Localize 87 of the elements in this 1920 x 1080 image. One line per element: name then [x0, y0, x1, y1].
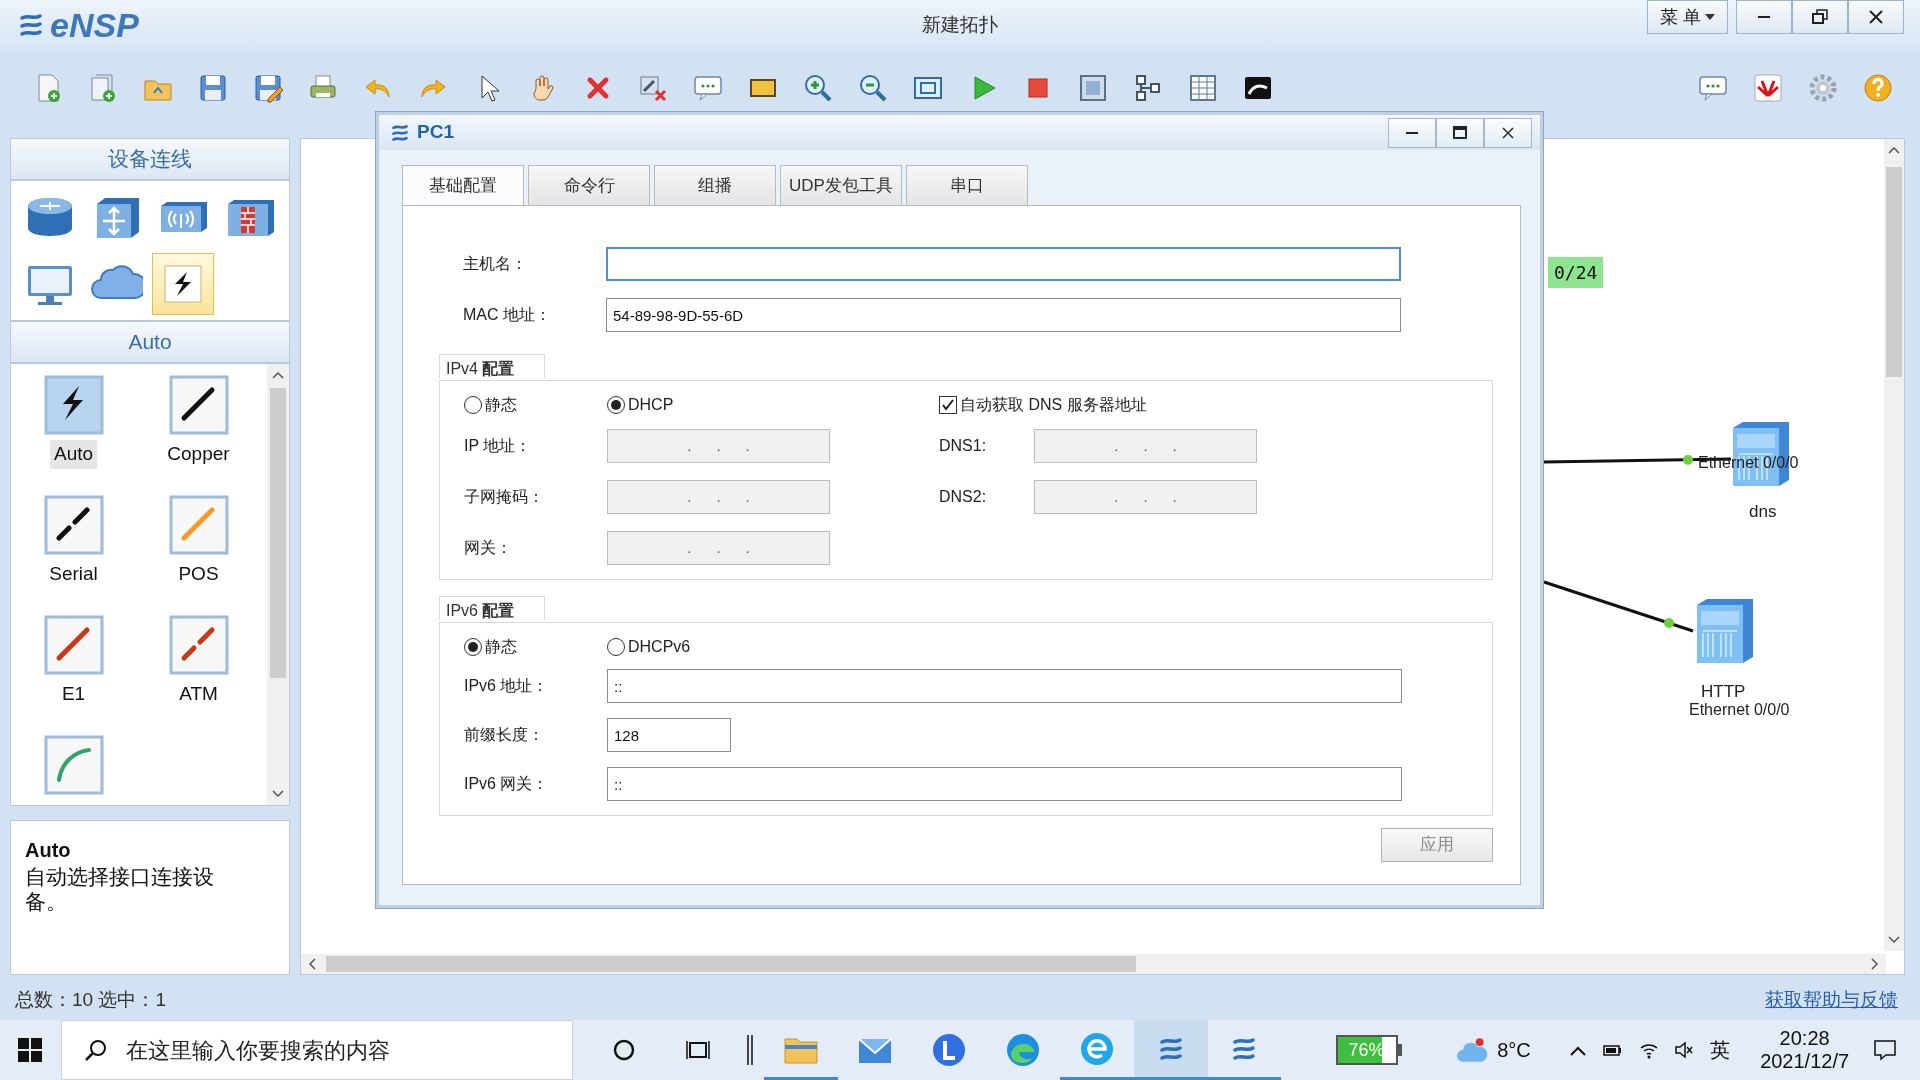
- port-dot: [1683, 455, 1693, 465]
- port-dot: [1664, 618, 1674, 628]
- subnet-label: 0/24: [1548, 257, 1604, 288]
- divider-icon: [745, 1035, 754, 1065]
- search-input[interactable]: 在这里输入你要搜索的内容: [124, 1032, 573, 1068]
- link-type-label[interactable]: ATM: [175, 680, 222, 709]
- lightning-icon[interactable]: [42, 374, 105, 437]
- status-counts: 总数：10 选中：1: [15, 987, 166, 1012]
- link-type-label[interactable]: POS: [174, 560, 223, 589]
- app-circle-icon[interactable]: [931, 1032, 968, 1068]
- speaker-muted-icon[interactable]: [1674, 1040, 1695, 1060]
- horizontal-scrollbar[interactable]: [301, 954, 1886, 974]
- minimize-icon: [1406, 131, 1418, 134]
- windows-icon[interactable]: [17, 1038, 42, 1062]
- vertical-scrollbar[interactable]: [1884, 139, 1904, 951]
- radio-button[interactable]: [464, 638, 482, 656]
- panel-header: 设备连线: [10, 138, 290, 180]
- checkbox-label: 自动获取 DNS 服务器地址: [960, 395, 1147, 415]
- field-label: IP 地址：: [464, 436, 533, 456]
- link-type-label[interactable]: E1: [57, 680, 90, 709]
- link-type-label[interactable]: Copper: [163, 440, 234, 469]
- tab[interactable]: 串口: [906, 165, 1028, 205]
- radio-label: 静态: [485, 637, 517, 657]
- tab[interactable]: 基础配置: [402, 165, 524, 205]
- field-label: DNS1:: [939, 436, 988, 456]
- maximize-button[interactable]: [1436, 117, 1484, 148]
- input-field[interactable]: ::: [607, 767, 1402, 801]
- caret-icon: [1705, 14, 1715, 20]
- clock-date[interactable]: 2021/12/7: [1760, 1050, 1850, 1073]
- minimize-icon: [1758, 16, 1770, 18]
- window-title: 新建拓扑: [922, 13, 998, 37]
- help-icon[interactable]: [1862, 71, 1894, 104]
- input-method-text[interactable]: 英: [1710, 1035, 1731, 1065]
- browser-icon[interactable]: [1078, 1030, 1115, 1067]
- notification-icon[interactable]: [1872, 1038, 1897, 1062]
- checkbox[interactable]: [939, 396, 957, 414]
- restore-icon: [1810, 7, 1830, 27]
- radio-button[interactable]: [464, 396, 482, 414]
- close-button[interactable]: [1848, 0, 1904, 34]
- edge-icon[interactable]: [1004, 1032, 1041, 1068]
- field-label: 子网掩码：: [464, 487, 545, 507]
- input-field[interactable]: 128: [607, 718, 731, 752]
- link-type-label[interactable]: Serial: [45, 560, 102, 589]
- vertical-scrollbar[interactable]: [267, 364, 289, 806]
- hostname-field[interactable]: [606, 247, 1401, 281]
- node-name: HTTP: [1701, 681, 1746, 703]
- field-label: 前缀长度：: [464, 725, 545, 745]
- link-type-label[interactable]: Auto: [49, 440, 98, 469]
- curve-icon[interactable]: [42, 734, 105, 797]
- tab[interactable]: 命令行: [528, 165, 650, 205]
- group-title: IPv6 配置: [439, 596, 546, 620]
- input-field[interactable]: ::: [607, 669, 1402, 703]
- flower-logo-icon[interactable]: [1752, 71, 1784, 104]
- description-title: Auto: [25, 838, 72, 864]
- menu-button[interactable]: 菜 单: [1647, 0, 1728, 34]
- search-field[interactable]: 在这里输入你要搜索的内容: [61, 1020, 574, 1080]
- temperature-text: 8°C: [1497, 1038, 1531, 1063]
- description-text: 自动选择接口连接设备。: [25, 865, 215, 914]
- mac-field[interactable]: 54-89-98-9D-55-6D: [606, 298, 1401, 332]
- field-label: MAC 地址：: [463, 305, 552, 325]
- tab[interactable]: UDP发包工具: [780, 165, 902, 205]
- radio-button[interactable]: [607, 396, 625, 414]
- weather-cloud-icon[interactable]: [1455, 1035, 1490, 1065]
- task-view-icon[interactable]: [686, 1038, 710, 1062]
- tab[interactable]: 组播: [654, 165, 776, 205]
- field-label: DNS2:: [939, 487, 988, 507]
- radio-button[interactable]: [607, 638, 625, 656]
- radio-label: DHCPv6: [628, 637, 691, 657]
- restore-button[interactable]: [1792, 0, 1848, 34]
- port-label: Ethernet 0/0/0: [1689, 700, 1790, 720]
- device-category[interactable]: [152, 252, 215, 315]
- field-label: IPv6 地址：: [464, 676, 550, 696]
- node-name: dns: [1749, 501, 1777, 523]
- dialog-title: PC1: [417, 120, 454, 145]
- search-icon: [84, 1038, 109, 1062]
- app-logo: eNSP: [50, 5, 139, 46]
- radio-label: 静态: [485, 395, 517, 415]
- maximize-icon: [1451, 123, 1469, 142]
- radio-label: DHCP: [628, 395, 674, 415]
- panel-header: Auto: [10, 321, 290, 364]
- help-link[interactable]: 获取帮助与反馈: [1765, 985, 1898, 1015]
- field-label: 网关：: [464, 538, 513, 558]
- clock-time[interactable]: 20:28: [1779, 1027, 1830, 1050]
- field-label: IPv6 网关：: [464, 774, 550, 794]
- circle-icon[interactable]: [612, 1038, 637, 1062]
- group-title: IPv4 配置: [439, 354, 546, 378]
- field-label: 主机名：: [463, 254, 528, 274]
